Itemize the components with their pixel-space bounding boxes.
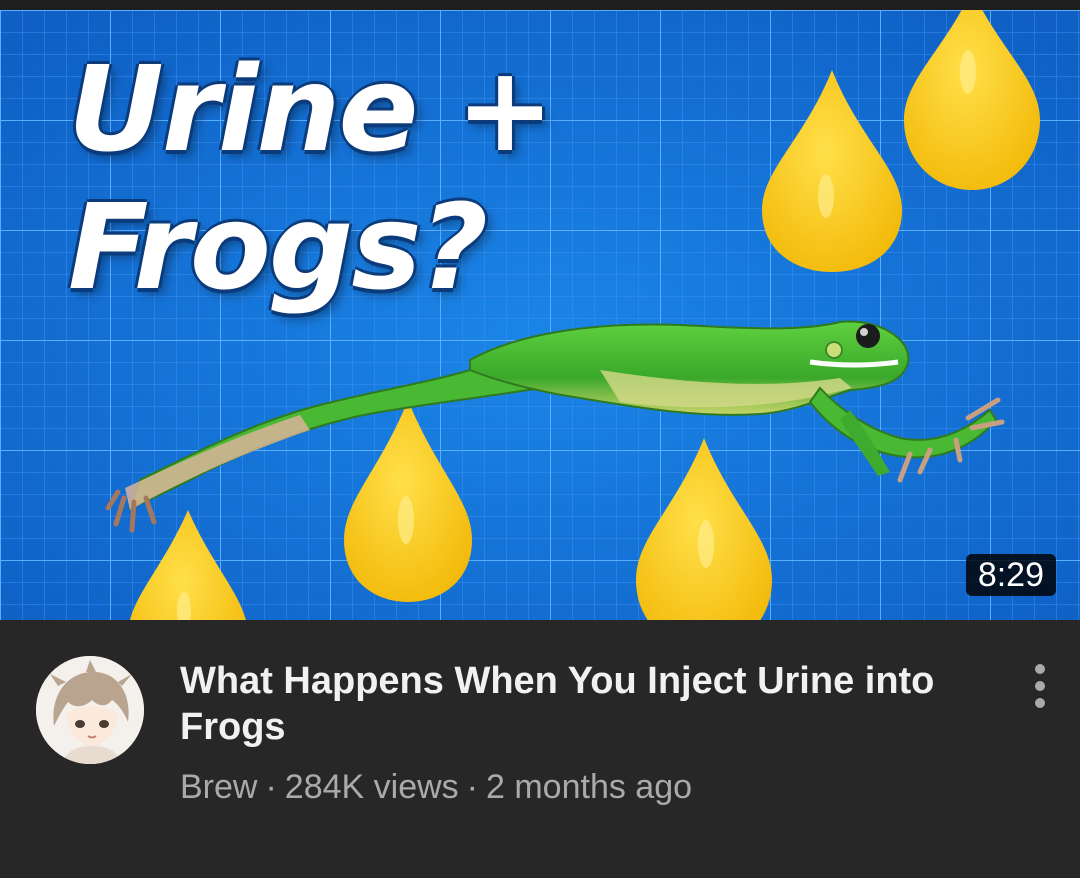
channel-name[interactable]: Brew xyxy=(180,768,257,806)
upload-age: 2 months ago xyxy=(486,768,693,806)
view-count: 284K views xyxy=(284,768,459,806)
more-vert-icon xyxy=(1035,698,1045,708)
duration-badge: 8:29 xyxy=(965,554,1056,596)
more-options-button[interactable] xyxy=(1018,660,1062,712)
more-vert-icon xyxy=(1035,664,1045,674)
meta-separator: · xyxy=(265,768,277,806)
top-strip xyxy=(0,0,1080,10)
avatar-icon xyxy=(36,656,144,764)
thumbnail-overlay-line2: Frogs? xyxy=(68,178,488,316)
channel-avatar[interactable] xyxy=(36,656,144,764)
meta-separator: · xyxy=(466,768,478,806)
thumbnail-overlay-text: Urine + Frogs? xyxy=(68,40,554,316)
thumbnail-overlay-line1: Urine + xyxy=(68,40,554,178)
video-thumbnail[interactable]: Urine + Frogs? 8:29 xyxy=(0,10,1080,620)
video-title[interactable]: What Happens When You Inject Urine into … xyxy=(180,658,990,750)
video-meta: Brew · 284K views · 2 months ago xyxy=(180,766,990,808)
video-details: What Happens When You Inject Urine into … xyxy=(0,620,1080,878)
more-vert-icon xyxy=(1035,681,1045,691)
